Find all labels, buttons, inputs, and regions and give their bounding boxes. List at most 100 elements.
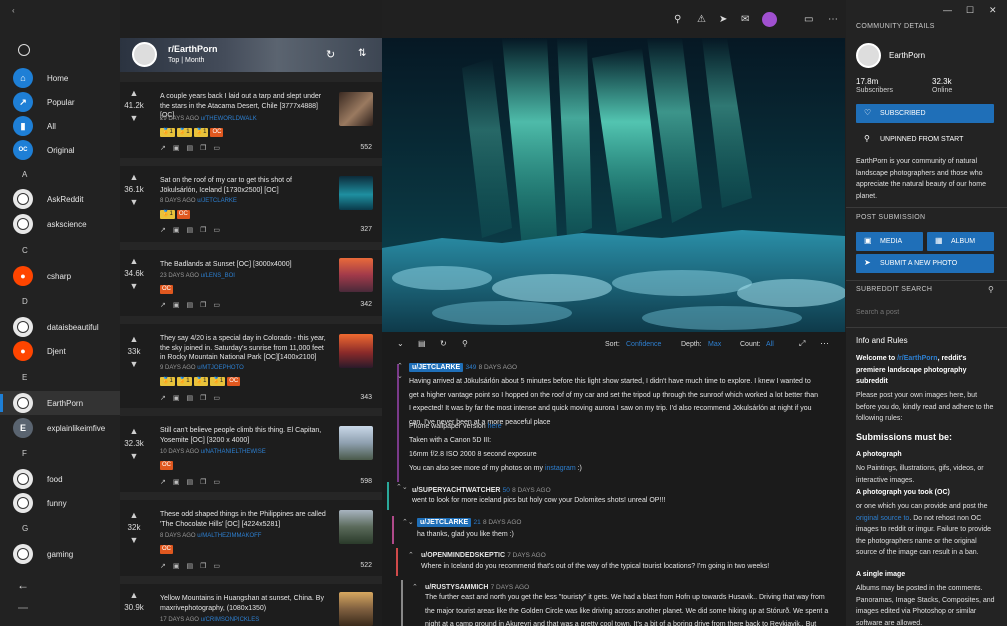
upvote-icon[interactable]: ▲ (124, 172, 144, 182)
save-icon[interactable]: ▣ (173, 144, 180, 152)
copy-icon[interactable]: ❐ (200, 478, 206, 486)
post-author[interactable]: u/CRIMSONPICKLES (201, 617, 260, 623)
post-title[interactable]: The Badlands at Sunset [OC] [3000x4000] (160, 260, 328, 270)
nav-item-dataisbeautiful[interactable]: dataisbeautiful (0, 315, 120, 339)
comment-author[interactable]: u/OPENMINDEDSKEPTIC (421, 552, 505, 559)
refresh-icon[interactable]: ↻ (326, 48, 335, 61)
nav-item-earthporn[interactable]: EarthPorn (0, 391, 120, 415)
nav-item-csharp[interactable]: ● csharp (0, 264, 120, 288)
save-icon[interactable]: ▣ (173, 478, 180, 486)
nav-item-popular[interactable]: ↗ Popular (0, 90, 120, 114)
unpin-button[interactable]: ⚲ UNPINNED FROM START (856, 130, 994, 149)
post-author[interactable]: u/NATHANIELTHEWISE (201, 449, 266, 455)
upvote-icon[interactable]: ▲ (124, 590, 144, 600)
downvote-icon[interactable]: ▼ (124, 113, 144, 123)
globe-icon[interactable] (18, 44, 30, 56)
sort-icon[interactable]: ⇅ (358, 48, 366, 59)
post-thumbnail[interactable] (339, 176, 373, 210)
downvote-icon[interactable]: ▼ (124, 197, 144, 207)
comment-icon[interactable]: ▤ (187, 394, 194, 402)
collapse-icon[interactable]: ⌄ (397, 339, 404, 348)
save-icon[interactable]: ▣ (173, 301, 180, 309)
post-author[interactable]: u/JETCLARKE (197, 198, 237, 204)
upvote-icon[interactable]: ▲ (124, 426, 144, 436)
upvote-icon[interactable]: ▲ (124, 510, 144, 520)
sort-dropdown[interactable]: Confidence (626, 341, 661, 348)
post-card[interactable]: ▲ 41.2k ▼ A couple years back I laid out… (120, 82, 382, 162)
upvote-icon[interactable]: ⌃ (408, 551, 414, 559)
post-thumbnail[interactable] (339, 334, 373, 368)
copy-icon[interactable]: ❐ (200, 226, 206, 234)
window-icon[interactable]: ▭ (213, 394, 220, 402)
subscribed-button[interactable]: ♡ SUBSCRIBED (856, 104, 994, 123)
nav-item-gaming[interactable]: gaming (0, 542, 120, 566)
nav-item-original[interactable]: OC Original (0, 138, 120, 162)
post-card[interactable]: ▲ 32k ▼ These odd shaped things in the P… (120, 500, 382, 580)
post-author[interactable]: u/LENS_BOI (201, 273, 235, 279)
post-card[interactable]: ▲ 36.1k ▼ Sat on the roof of my car to g… (120, 166, 382, 246)
nav-item-food[interactable]: food (0, 467, 120, 491)
window-back-icon[interactable]: ‹ (12, 6, 15, 15)
post-author[interactable]: u/THEWORLDWALK (201, 116, 257, 122)
search-icon[interactable]: ⚲ (674, 14, 681, 25)
downvote-icon[interactable]: ▼ (124, 535, 144, 545)
copy-icon[interactable]: ❐ (200, 144, 206, 152)
user-avatar[interactable] (762, 12, 777, 27)
comment-link[interactable]: instagram (545, 465, 576, 472)
window-icon[interactable]: ▭ (213, 478, 220, 486)
save-icon[interactable]: ▣ (173, 226, 180, 234)
window-icon[interactable]: ▭ (213, 301, 220, 309)
comment-author[interactable]: u/JETCLARKE (417, 518, 472, 527)
subreddit-link[interactable]: /r/EarthPorn (897, 355, 937, 362)
post-title[interactable]: Yellow Mountains in Huangshan at sunset,… (160, 594, 328, 613)
nav-item-askscience[interactable]: askscience (0, 212, 120, 236)
depth-dropdown[interactable]: Max (708, 341, 721, 348)
vote-icon[interactable]: ⌃⌄ (402, 518, 414, 526)
share-icon[interactable]: ↗ (160, 478, 166, 486)
comment-icon[interactable]: ▤ (418, 339, 426, 348)
nav-item-home[interactable]: ⌂ Home (0, 66, 120, 90)
sort-label[interactable]: Top | Month (168, 57, 204, 64)
expand-icon[interactable]: ⤢ (799, 339, 805, 349)
media-button[interactable]: ▣ MEDIA (856, 232, 923, 251)
post-title[interactable]: Sat on the roof of my car to get this sh… (160, 176, 328, 195)
comment-icon[interactable]: ▤ (187, 301, 194, 309)
minimize-icon[interactable]: — (943, 5, 952, 15)
copy-icon[interactable]: ❐ (200, 562, 206, 570)
send-icon[interactable]: ➤ (719, 14, 727, 25)
downvote-icon[interactable]: ▼ (124, 451, 144, 461)
post-thumbnail[interactable] (339, 426, 373, 460)
window-icon[interactable]: ▭ (213, 226, 220, 234)
nav-item-funny[interactable]: funny (0, 491, 120, 515)
share-icon[interactable]: ↗ (160, 226, 166, 234)
search-icon[interactable]: ⚲ (462, 339, 468, 348)
post-author[interactable]: u/MALTHEZIMMAKOFF (197, 533, 261, 539)
more-options-icon[interactable]: ⋯ (828, 14, 838, 25)
window-icon[interactable]: ▭ (213, 562, 220, 570)
downvote-icon[interactable]: ⌄ (397, 372, 403, 380)
post-card[interactable]: ▲ 30.9k Yellow Mountains in Huangshan at… (120, 584, 382, 626)
upvote-icon[interactable]: ⌃ (412, 583, 418, 591)
share-icon[interactable]: ↗ (160, 562, 166, 570)
share-icon[interactable]: ↗ (160, 144, 166, 152)
rule-link[interactable]: original source to (856, 515, 909, 522)
post-thumbnail[interactable] (339, 510, 373, 544)
comment-link[interactable]: here (488, 423, 502, 430)
post-card[interactable]: ▲ 34.6k ▼ The Badlands at Sunset [OC] [3… (120, 250, 382, 320)
subreddit-search-input[interactable] (856, 303, 994, 321)
search-icon[interactable]: ⚲ (988, 285, 994, 294)
window-mode-icon[interactable]: ▭ (804, 14, 813, 25)
post-author[interactable]: u/MTJOEPHOTO (197, 365, 244, 371)
upvote-icon[interactable]: ▲ (124, 88, 144, 98)
post-title[interactable]: They say 4/20 is a special day in Colora… (160, 334, 328, 363)
comment-author[interactable]: u/JETCLARKE (409, 363, 464, 372)
post-card[interactable]: ▲ 33k ▼ They say 4/20 is a special day i… (120, 324, 382, 412)
post-thumbnail[interactable] (339, 92, 373, 126)
post-title[interactable]: These odd shaped things in the Philippin… (160, 510, 328, 529)
post-image[interactable] (382, 38, 845, 332)
post-thumbnail[interactable] (339, 258, 373, 292)
count-dropdown[interactable]: All (766, 341, 774, 348)
upvote-icon[interactable]: ▲ (124, 256, 144, 266)
post-title[interactable]: Still can't believe people climb this th… (160, 426, 328, 445)
more-icon[interactable] (18, 607, 28, 609)
